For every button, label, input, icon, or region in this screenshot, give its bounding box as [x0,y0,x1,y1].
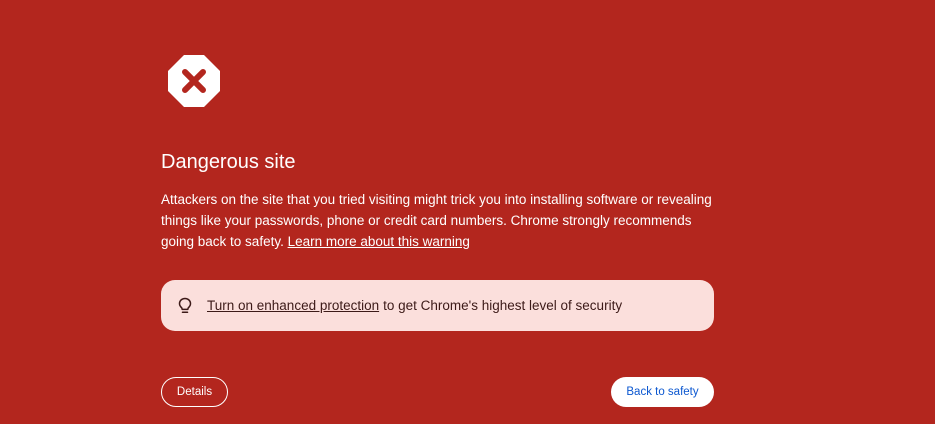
interstitial-page: Dangerous site Attackers on the site tha… [0,0,935,424]
enhanced-protection-promo: Turn on enhanced protection to get Chrom… [161,280,714,331]
promo-text: to get Chrome's highest level of securit… [383,298,623,313]
learn-more-link[interactable]: Learn more about this warning [288,234,470,249]
stop-x-icon [168,55,220,107]
page-title: Dangerous site [161,151,296,173]
back-to-safety-button[interactable]: Back to safety [611,377,714,407]
details-button[interactable]: Details [161,377,228,407]
enhanced-protection-link[interactable]: Turn on enhanced protection [207,298,379,313]
warning-description: Attackers on the site that you tried vis… [161,189,721,252]
lightbulb-icon [178,297,192,313]
